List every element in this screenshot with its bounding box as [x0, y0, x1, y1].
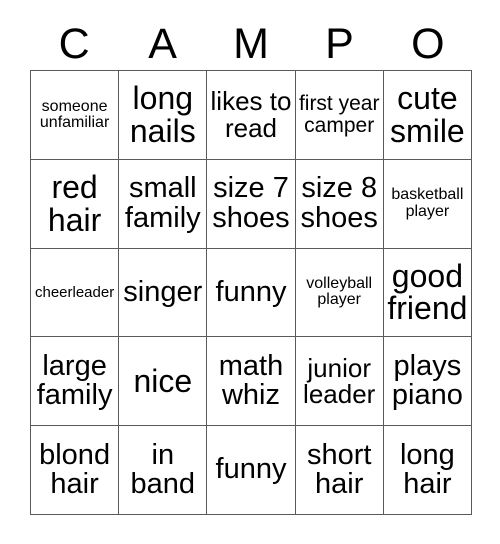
bingo-cell-r3-c0[interactable]: large family	[31, 337, 120, 427]
bingo-cell-r4-c0[interactable]: blond hair	[31, 426, 120, 515]
bingo-cell-r1-c2[interactable]: size 7 shoes	[207, 159, 296, 249]
bingo-cell-r0-c0[interactable]: someone unfamiliar	[31, 71, 120, 160]
bingo-cell-r1-c3[interactable]: size 8 shoes	[295, 159, 384, 249]
bingo-cell-r4-c1[interactable]: in band	[119, 426, 208, 515]
bingo-grid: someone unfamiliar long nails likes to rea…	[30, 70, 472, 515]
bingo-cell-r0-c4[interactable]: cute smile	[383, 71, 472, 160]
bingo-cell-label: size 7 shoes	[212, 172, 290, 234]
bingo-cell-label: nice	[133, 362, 193, 399]
bingo-cell-r2-c3[interactable]: volleyball player	[295, 248, 384, 338]
bingo-cell-r1-c4[interactable]: basketball player	[383, 159, 472, 249]
bingo-cell-label: singer	[123, 275, 203, 308]
bingo-cell-label: large family	[36, 349, 113, 412]
bingo-cell-label: volleyball player	[306, 275, 373, 309]
bingo-cell-r2-c1[interactable]: singer	[119, 248, 208, 338]
bingo-cell-label: small family	[124, 172, 201, 234]
bingo-card: C A M P O someone unfamiliar long nails likes …	[0, 0, 500, 544]
bingo-cell-label: math whiz	[218, 349, 284, 412]
bingo-cell-r3-c4[interactable]: plays piano	[383, 337, 472, 427]
bingo-cell-r2-c4[interactable]: good friend	[383, 248, 472, 338]
bingo-cell-r3-c3[interactable]: junior leader	[295, 337, 384, 427]
bingo-header-letter-2: M	[233, 19, 269, 68]
bingo-cell-r1-c0[interactable]: red hair	[31, 159, 120, 249]
bingo-cell-label: short hair	[306, 438, 372, 501]
bingo-cell-label: funny	[215, 275, 287, 308]
bingo-header-letter-4: O	[411, 19, 445, 68]
bingo-cell-label: cheerleader	[34, 283, 115, 301]
bingo-cell-label: first year camper	[298, 92, 380, 137]
bingo-header-letter-0: C	[58, 19, 90, 68]
bingo-cell-label: red hair	[47, 169, 102, 238]
bingo-cell-r3-c1[interactable]: nice	[119, 337, 208, 427]
bingo-cell-r2-c2[interactable]: funny	[207, 248, 296, 338]
bingo-cell-r0-c2[interactable]: likes to read	[207, 71, 296, 160]
bingo-cell-label: size 8 shoes	[300, 172, 378, 234]
bingo-cell-r4-c4[interactable]: long hair	[383, 426, 472, 515]
bingo-cell-r4-c2[interactable]: funny	[207, 426, 296, 515]
bingo-cell-label: funny	[215, 453, 287, 486]
bingo-cell-r2-c0[interactable]: cheerleader	[31, 248, 120, 338]
bingo-cell-label: basketball player	[391, 186, 464, 220]
bingo-cell-label: long hair	[399, 438, 455, 501]
bingo-cell-label: plays piano	[391, 349, 463, 412]
bingo-cell-label: cute smile	[390, 80, 465, 149]
bingo-cell-label: in band	[130, 438, 196, 501]
bingo-cell-r1-c1[interactable]: small family	[119, 159, 208, 249]
bingo-header-letter-3: P	[325, 19, 354, 68]
bingo-cell-r4-c3[interactable]: short hair	[295, 426, 384, 515]
bingo-cell-label: junior leader	[303, 352, 376, 410]
bingo-header-row: CAMPO	[30, 18, 472, 70]
bingo-header-letter-1: A	[148, 19, 177, 68]
bingo-cell-label: blond hair	[39, 438, 111, 501]
bingo-cell-label: someone unfamiliar	[39, 97, 110, 131]
bingo-cell-r0-c1[interactable]: long nails	[119, 71, 208, 160]
bingo-cell-label: likes to read	[210, 86, 292, 143]
bingo-cell-label: long nails	[129, 80, 196, 149]
bingo-cell-r0-c3[interactable]: first year camper	[295, 71, 384, 160]
bingo-cell-r3-c2[interactable]: math whiz	[207, 337, 296, 427]
bingo-cell-label: good friend	[387, 257, 468, 327]
